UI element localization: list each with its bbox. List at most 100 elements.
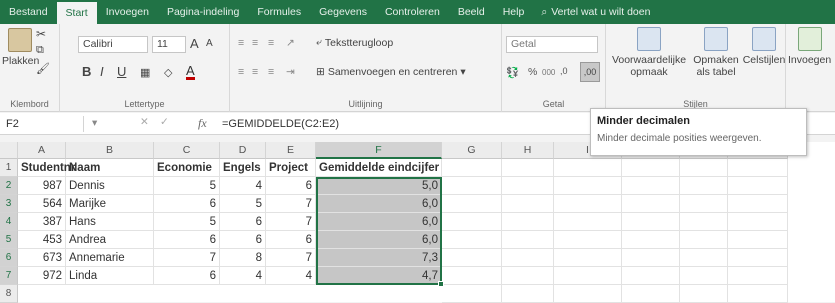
decrease-decimal-icon[interactable]: ,00: [580, 62, 600, 82]
column-header-d[interactable]: D: [220, 142, 266, 159]
empty-cell[interactable]: [554, 159, 622, 177]
empty-cell[interactable]: [502, 267, 554, 285]
empty-cell[interactable]: [502, 159, 554, 177]
empty-cell[interactable]: [622, 177, 680, 195]
empty-cell[interactable]: [728, 177, 788, 195]
empty-cell[interactable]: [680, 159, 728, 177]
paste-button[interactable]: Plakken: [2, 28, 39, 67]
select-all-corner[interactable]: [0, 142, 18, 159]
data-cell[interactable]: 6: [220, 231, 266, 249]
row-header-1[interactable]: 1: [0, 159, 18, 177]
tell-me-search[interactable]: ⌕ Vertel wat u wilt doen: [541, 6, 650, 19]
data-cell[interactable]: 6: [154, 231, 220, 249]
empty-cell[interactable]: [554, 195, 622, 213]
tab-beeld[interactable]: Beeld: [449, 0, 494, 24]
column-header-a[interactable]: A: [18, 142, 66, 159]
empty-cell[interactable]: [442, 285, 502, 303]
empty-cell[interactable]: [622, 213, 680, 231]
tab-invoegen[interactable]: Invoegen: [97, 0, 158, 24]
row-header-3[interactable]: 3: [0, 195, 18, 213]
data-cell[interactable]: Marijke: [66, 195, 154, 213]
data-cell[interactable]: 6: [220, 213, 266, 231]
bottom-align-icon[interactable]: ≡: [268, 37, 274, 49]
wrap-text-button[interactable]: ⤶ Tekstterugloop: [316, 36, 393, 49]
insert-function-button[interactable]: fx: [198, 116, 207, 131]
data-cell[interactable]: 564: [18, 195, 66, 213]
empty-cell[interactable]: [680, 195, 728, 213]
empty-cell[interactable]: [622, 231, 680, 249]
empty-cell[interactable]: [502, 195, 554, 213]
top-align-icon[interactable]: ≡: [238, 37, 244, 49]
middle-align-icon[interactable]: ≡: [252, 37, 258, 49]
copy-icon[interactable]: ⧉: [36, 44, 44, 57]
data-cell[interactable]: 4: [220, 267, 266, 285]
row-header-4[interactable]: 4: [0, 213, 18, 231]
data-cell[interactable]: 6: [266, 177, 316, 195]
empty-cell[interactable]: [554, 213, 622, 231]
column-header-c[interactable]: C: [154, 142, 220, 159]
header-cell[interactable]: Economie: [154, 159, 220, 177]
empty-cell[interactable]: [554, 267, 622, 285]
data-cell[interactable]: Annemarie: [66, 249, 154, 267]
empty-cell[interactable]: [622, 285, 680, 303]
data-cell[interactable]: 673: [18, 249, 66, 267]
cell-styles-button[interactable]: Celstijlen: [742, 27, 786, 66]
grow-font-button[interactable]: A: [190, 36, 199, 51]
empty-cell[interactable]: [680, 249, 728, 267]
data-cell[interactable]: Dennis: [66, 177, 154, 195]
data-cell[interactable]: 4: [220, 177, 266, 195]
tab-bestand[interactable]: Bestand: [0, 0, 57, 24]
column-header-f[interactable]: F: [316, 142, 442, 159]
data-cell[interactable]: 387: [18, 213, 66, 231]
tab-pagina-indeling[interactable]: Pagina-indeling: [158, 0, 248, 24]
empty-cell[interactable]: [442, 195, 502, 213]
data-cell[interactable]: 4: [266, 267, 316, 285]
cancel-icon[interactable]: ✕: [140, 116, 149, 128]
data-cell[interactable]: Linda: [66, 267, 154, 285]
empty-cell[interactable]: [502, 177, 554, 195]
header-cell[interactable]: Engels: [220, 159, 266, 177]
font-color-icon[interactable]: A: [186, 64, 195, 80]
empty-cell[interactable]: [680, 231, 728, 249]
empty-cell[interactable]: [728, 195, 788, 213]
tab-start[interactable]: Start: [56, 2, 97, 24]
fill-handle[interactable]: [438, 281, 444, 287]
thousands-button[interactable]: 000: [542, 68, 555, 77]
selected-cell[interactable]: 6,0: [316, 231, 442, 249]
data-cell[interactable]: Andrea: [66, 231, 154, 249]
data-cell[interactable]: 7: [266, 213, 316, 231]
empty-cell[interactable]: [728, 231, 788, 249]
tab-formules[interactable]: Formules: [248, 0, 310, 24]
row-header-8[interactable]: 8: [0, 285, 18, 303]
data-cell[interactable]: 5: [154, 213, 220, 231]
header-cell[interactable]: Naam: [66, 159, 154, 177]
empty-cell[interactable]: [554, 285, 622, 303]
row-header-2[interactable]: 2: [0, 177, 18, 195]
increase-decimal-icon[interactable]: ,0: [560, 66, 568, 76]
data-cell[interactable]: 5: [220, 195, 266, 213]
name-box-dropdown-icon[interactable]: ▾: [92, 117, 97, 129]
enter-icon[interactable]: ✓: [160, 116, 169, 128]
orientation-icon[interactable]: ↗: [286, 37, 295, 49]
empty-cell[interactable]: [442, 231, 502, 249]
font-size-select[interactable]: 11: [152, 36, 186, 53]
data-cell[interactable]: 987: [18, 177, 66, 195]
selected-cell[interactable]: 5,0: [316, 177, 442, 195]
row-header-5[interactable]: 5: [0, 231, 18, 249]
data-cell[interactable]: 8: [220, 249, 266, 267]
font-name-select[interactable]: Calibri: [78, 36, 148, 53]
tab-help[interactable]: Help: [494, 0, 534, 24]
empty-cell[interactable]: [502, 231, 554, 249]
header-cell[interactable]: Project: [266, 159, 316, 177]
selected-cell[interactable]: 4,7: [316, 267, 442, 285]
data-cell[interactable]: Hans: [66, 213, 154, 231]
borders-icon[interactable]: ▦: [140, 66, 150, 79]
format-table-button[interactable]: Opmaken als tabel: [688, 27, 744, 78]
format-painter-icon[interactable]: 🖌: [36, 62, 50, 75]
empty-cell[interactable]: [442, 159, 502, 177]
data-cell[interactable]: 7: [154, 249, 220, 267]
indent-icon[interactable]: ⇥: [286, 66, 295, 78]
empty-cell[interactable]: [622, 159, 680, 177]
column-header-g[interactable]: G: [442, 142, 502, 159]
empty-cell[interactable]: [554, 231, 622, 249]
